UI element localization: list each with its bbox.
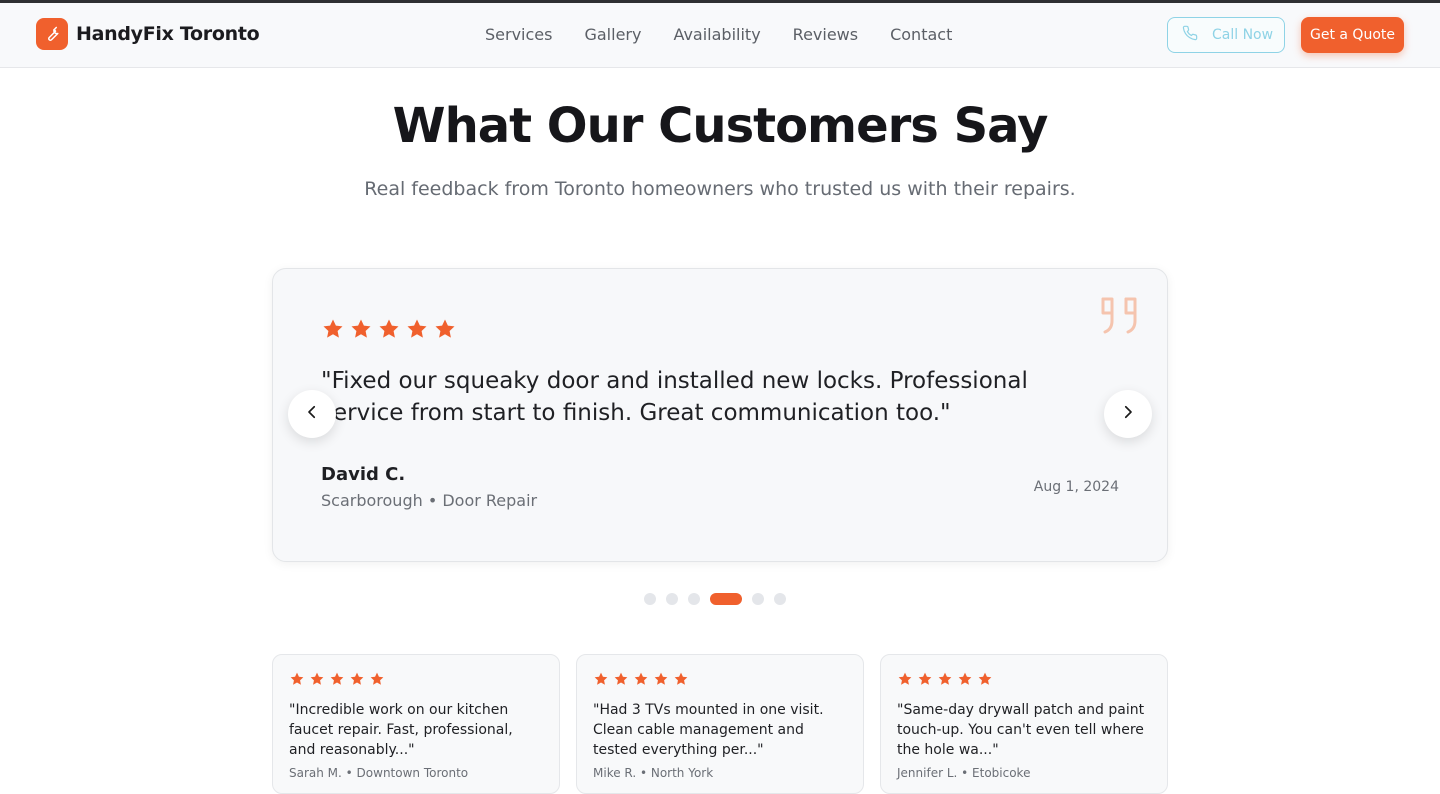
next-arrow-button[interactable] bbox=[1104, 390, 1152, 438]
carousel-dot[interactable] bbox=[774, 593, 786, 605]
carousel-dot[interactable] bbox=[710, 593, 742, 605]
prev-arrow-button[interactable] bbox=[288, 390, 336, 438]
star-rating bbox=[593, 671, 847, 692]
wrench-icon bbox=[36, 18, 68, 50]
carousel-dot[interactable] bbox=[688, 593, 700, 605]
review-date: Aug 1, 2024 bbox=[1033, 479, 1119, 495]
review-card[interactable]: "Had 3 TVs mounted in one visit. Clean c… bbox=[576, 654, 864, 794]
star-icon bbox=[289, 671, 305, 692]
star-icon bbox=[613, 671, 629, 692]
section-subtitle: Real feedback from Toronto homeowners wh… bbox=[364, 178, 1076, 200]
star-icon bbox=[369, 671, 385, 692]
star-icon bbox=[897, 671, 913, 692]
star-icon bbox=[957, 671, 973, 692]
star-icon bbox=[593, 671, 609, 692]
star-rating bbox=[897, 671, 1151, 692]
reviewer-meta: Scarborough • Door Repair bbox=[321, 491, 538, 510]
star-icon bbox=[937, 671, 953, 692]
phone-icon bbox=[1182, 25, 1198, 45]
review-card-text: "Incredible work on our kitchen faucet r… bbox=[289, 702, 513, 758]
star-icon bbox=[309, 671, 325, 692]
brand-logo[interactable]: HandyFix Toronto bbox=[36, 18, 260, 50]
review-card-text: "Same-day drywall patch and paint touch-… bbox=[897, 702, 1145, 758]
main-nav: Services Gallery Availability Reviews Co… bbox=[485, 25, 984, 44]
star-icon bbox=[349, 317, 373, 346]
nav-services[interactable]: Services bbox=[485, 25, 552, 44]
carousel-dot[interactable] bbox=[644, 593, 656, 605]
nav-contact[interactable]: Contact bbox=[890, 25, 952, 44]
star-icon bbox=[349, 671, 365, 692]
carousel-dot[interactable] bbox=[752, 593, 764, 605]
nav-reviews[interactable]: Reviews bbox=[793, 25, 858, 44]
brand-name: HandyFix Toronto bbox=[76, 23, 260, 45]
review-card-meta: Sarah M. • Downtown Toronto bbox=[289, 766, 469, 780]
carousel-dots bbox=[644, 593, 786, 605]
section-title: What Our Customers Say bbox=[392, 98, 1049, 154]
reviewer-name: David C. bbox=[321, 464, 406, 485]
chevron-right-icon bbox=[1119, 403, 1137, 426]
star-icon bbox=[977, 671, 993, 692]
testimonial-text: "Fixed our squeaky door and installed ne… bbox=[321, 368, 1028, 426]
nav-availability[interactable]: Availability bbox=[673, 25, 760, 44]
star-icon bbox=[633, 671, 649, 692]
review-card-text: "Had 3 TVs mounted in one visit. Clean c… bbox=[593, 702, 824, 758]
review-card[interactable]: "Incredible work on our kitchen faucet r… bbox=[272, 654, 560, 794]
call-now-label: Call Now bbox=[1212, 27, 1274, 43]
star-rating bbox=[321, 317, 457, 346]
star-rating bbox=[289, 671, 543, 692]
star-icon bbox=[329, 671, 345, 692]
star-icon bbox=[405, 317, 429, 346]
chevron-left-icon bbox=[303, 403, 321, 426]
review-card[interactable]: "Same-day drywall patch and paint touch-… bbox=[880, 654, 1168, 794]
carousel-dot[interactable] bbox=[666, 593, 678, 605]
star-icon bbox=[377, 317, 401, 346]
star-icon bbox=[433, 317, 457, 346]
featured-testimonial: "Fixed our squeaky door and installed ne… bbox=[272, 268, 1168, 562]
get-quote-button[interactable]: Get a Quote bbox=[1301, 17, 1404, 53]
call-now-button[interactable]: Call Now bbox=[1167, 17, 1285, 53]
star-icon bbox=[917, 671, 933, 692]
nav-gallery[interactable]: Gallery bbox=[584, 25, 641, 44]
quote-icon bbox=[1099, 295, 1141, 342]
star-icon bbox=[653, 671, 669, 692]
star-icon bbox=[321, 317, 345, 346]
review-card-meta: Jennifer L. • Etobicoke bbox=[897, 766, 1031, 780]
star-icon bbox=[673, 671, 689, 692]
review-card-meta: Mike R. • North York bbox=[593, 766, 714, 780]
site-header: HandyFix Toronto Services Gallery Availa… bbox=[0, 3, 1440, 68]
